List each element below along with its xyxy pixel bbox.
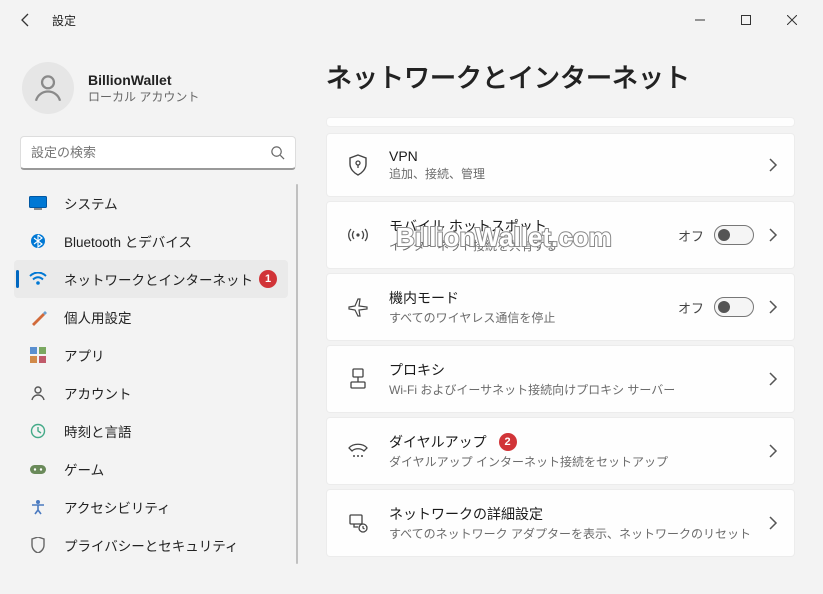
close-icon bbox=[787, 15, 797, 25]
settings-card-airplane[interactable]: 機内モードすべてのワイヤレス通信を停止 オフ bbox=[326, 273, 795, 341]
chevron-right-icon bbox=[768, 372, 778, 386]
game-icon bbox=[28, 459, 48, 479]
sidebar-item-bluetooth[interactable]: Bluetooth とデバイス bbox=[14, 222, 288, 260]
settings-card-proxy[interactable]: プロキシWi-Fi およびイーサネット接続向けプロキシ サーバー bbox=[326, 345, 795, 413]
clock-icon bbox=[28, 421, 48, 441]
sidebar: BillionWallet ローカル アカウント システム Bluetooth … bbox=[0, 40, 310, 594]
card-desc: Wi-Fi およびイーサネット接続向けプロキシ サーバー bbox=[389, 381, 768, 398]
user-type: ローカル アカウント bbox=[88, 88, 199, 105]
sidebar-item-label: プライバシーとセキュリティ bbox=[64, 535, 238, 555]
dialup-icon bbox=[345, 442, 371, 460]
card-desc: すべてのネットワーク アダプターを表示、ネットワークのリセット bbox=[389, 525, 768, 542]
sidebar-item-gaming[interactable]: ゲーム bbox=[14, 450, 288, 488]
advanced-network-icon bbox=[345, 513, 371, 533]
card-title: 機内モード bbox=[389, 288, 678, 308]
search-input[interactable] bbox=[31, 145, 270, 160]
brush-icon bbox=[28, 307, 48, 327]
card-desc: すべてのワイヤレス通信を停止 bbox=[389, 309, 678, 326]
sidebar-item-personalization[interactable]: 個人用設定 bbox=[14, 298, 288, 336]
sidebar-item-apps[interactable]: アプリ bbox=[14, 336, 288, 374]
page-title: ネットワークとインターネット bbox=[326, 58, 795, 95]
airplane-toggle[interactable] bbox=[714, 297, 754, 317]
bluetooth-icon bbox=[28, 231, 48, 251]
account-icon bbox=[28, 383, 48, 403]
card-desc: ダイヤルアップ インターネット接続をセットアップ bbox=[389, 453, 768, 470]
sidebar-item-label: アカウント bbox=[64, 383, 132, 403]
app-title: 設定 bbox=[52, 12, 76, 29]
sidebar-item-label: 個人用設定 bbox=[64, 307, 132, 327]
chevron-right-icon bbox=[768, 300, 778, 314]
search-icon bbox=[270, 145, 285, 160]
vpn-icon bbox=[345, 154, 371, 176]
maximize-icon bbox=[741, 15, 751, 25]
person-icon bbox=[31, 71, 65, 105]
minimize-icon bbox=[695, 15, 705, 25]
nav-list: システム Bluetooth とデバイス ネットワークとインターネット 1 個人… bbox=[14, 184, 302, 564]
close-button[interactable] bbox=[769, 4, 815, 36]
proxy-icon bbox=[345, 368, 371, 390]
chevron-right-icon bbox=[768, 158, 778, 172]
sidebar-scrollbar[interactable] bbox=[296, 184, 298, 564]
system-icon bbox=[28, 193, 48, 213]
hotspot-toggle[interactable] bbox=[714, 225, 754, 245]
sidebar-item-label: 時刻と言語 bbox=[64, 421, 132, 441]
chevron-right-icon bbox=[768, 228, 778, 242]
username: BillionWallet bbox=[88, 72, 199, 88]
avatar bbox=[22, 62, 74, 114]
apps-icon bbox=[28, 345, 48, 365]
back-button[interactable] bbox=[8, 2, 44, 38]
sidebar-item-system[interactable]: システム bbox=[14, 184, 288, 222]
sidebar-item-label: アクセシビリティ bbox=[64, 497, 171, 517]
window-controls bbox=[677, 4, 815, 36]
sidebar-item-accounts[interactable]: アカウント bbox=[14, 374, 288, 412]
card-title: ネットワークの詳細設定 bbox=[389, 504, 768, 524]
card-title: ダイヤルアップ bbox=[389, 432, 487, 452]
annotation-marker-2: 2 bbox=[499, 433, 517, 451]
sidebar-item-label: アプリ bbox=[64, 345, 105, 365]
sidebar-item-privacy[interactable]: プライバシーとセキュリティ bbox=[14, 526, 288, 564]
sidebar-item-label: ネットワークとインターネット bbox=[64, 269, 253, 289]
card-desc: インターネット接続を共有する bbox=[389, 237, 678, 254]
card-title: モバイル ホットスポット bbox=[389, 216, 678, 236]
minimize-button[interactable] bbox=[677, 4, 723, 36]
chevron-right-icon bbox=[768, 444, 778, 458]
sidebar-item-label: Bluetooth とデバイス bbox=[64, 231, 192, 251]
settings-card-advanced[interactable]: ネットワークの詳細設定すべてのネットワーク アダプターを表示、ネットワークのリセ… bbox=[326, 489, 795, 557]
toggle-label: オフ bbox=[678, 226, 704, 245]
airplane-icon bbox=[345, 297, 371, 317]
annotation-marker-1: 1 bbox=[259, 270, 277, 288]
card-sliver bbox=[326, 117, 795, 127]
settings-card-dialup[interactable]: ダイヤルアップ 2 ダイヤルアップ インターネット接続をセットアップ bbox=[326, 417, 795, 485]
sidebar-item-time-language[interactable]: 時刻と言語 bbox=[14, 412, 288, 450]
search-box[interactable] bbox=[20, 136, 296, 170]
wifi-icon bbox=[28, 269, 48, 289]
shield-icon bbox=[28, 535, 48, 555]
content-area: ネットワークとインターネット VPN追加、接続、管理 モバイル ホットスポットイ… bbox=[310, 40, 823, 594]
user-account-row[interactable]: BillionWallet ローカル アカウント bbox=[14, 52, 302, 132]
maximize-button[interactable] bbox=[723, 4, 769, 36]
accessibility-icon bbox=[28, 497, 48, 517]
titlebar: 設定 bbox=[0, 0, 823, 40]
toggle-label: オフ bbox=[678, 298, 704, 317]
sidebar-item-accessibility[interactable]: アクセシビリティ bbox=[14, 488, 288, 526]
card-title: VPN bbox=[389, 148, 768, 164]
back-arrow-icon bbox=[18, 12, 34, 28]
sidebar-item-label: システム bbox=[64, 193, 118, 213]
sidebar-item-label: ゲーム bbox=[64, 459, 104, 479]
settings-card-hotspot[interactable]: モバイル ホットスポットインターネット接続を共有する オフ bbox=[326, 201, 795, 269]
card-title: プロキシ bbox=[389, 360, 768, 380]
settings-card-vpn[interactable]: VPN追加、接続、管理 bbox=[326, 133, 795, 197]
hotspot-icon bbox=[345, 226, 371, 244]
card-desc: 追加、接続、管理 bbox=[389, 165, 768, 182]
sidebar-item-network[interactable]: ネットワークとインターネット 1 bbox=[14, 260, 288, 298]
chevron-right-icon bbox=[768, 516, 778, 530]
